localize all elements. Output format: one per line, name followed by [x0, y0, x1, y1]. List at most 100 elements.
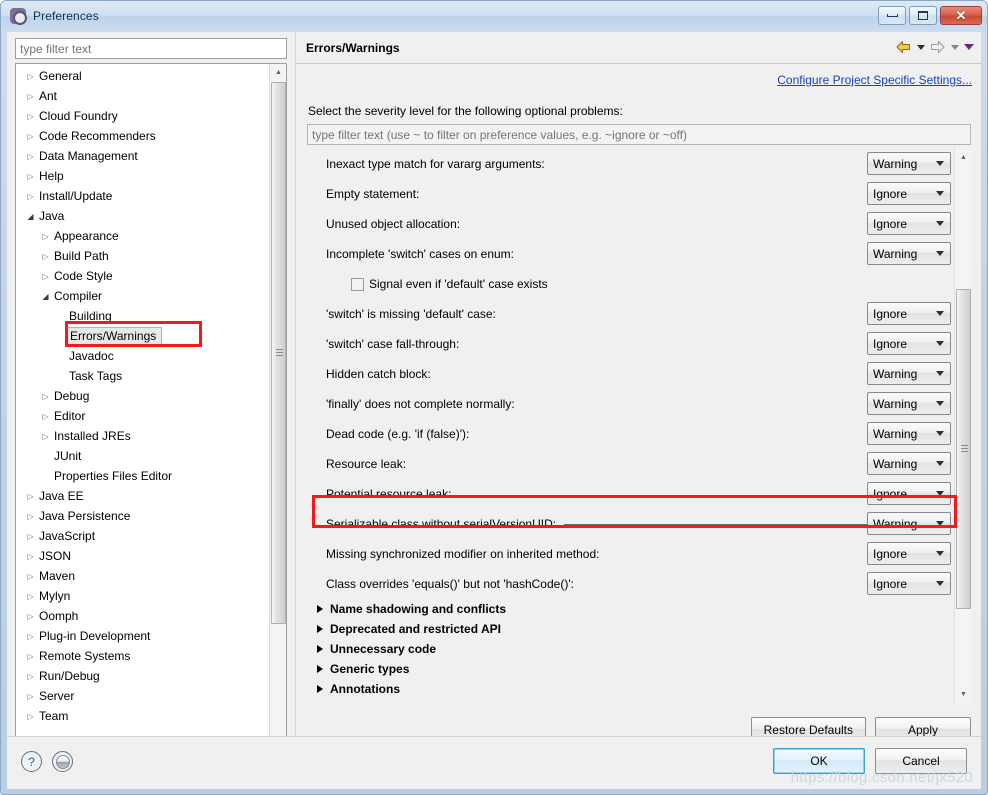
tree-scroll-up-icon[interactable]: ▲ [270, 64, 286, 81]
view-menu-caret-icon[interactable] [963, 40, 974, 54]
sidebar-item-oomph[interactable]: ▷ Oomph [16, 606, 270, 626]
sidebar-item-javascript[interactable]: ▷ JavaScript [16, 526, 270, 546]
options-scroll-down-icon[interactable]: ▼ [955, 686, 971, 703]
sidebar-item-general[interactable]: ▷ General [16, 66, 270, 86]
chevron-right-icon[interactable]: ▷ [24, 532, 37, 541]
sidebar-item-maven[interactable]: ▷ Maven [16, 566, 270, 586]
chevron-right-icon[interactable]: ▷ [24, 712, 37, 721]
severity-select-potential-resource-leak[interactable]: Ignore [867, 482, 951, 505]
severity-select-finally-does-not-complete-normally[interactable]: Warning [867, 392, 951, 415]
option-checkbox-row-signal-even-if-default-case-exists[interactable]: Signal even if 'default' case exists [307, 269, 954, 299]
chevron-right-icon[interactable]: ▷ [24, 112, 37, 121]
chevron-right-icon[interactable]: ▷ [24, 132, 37, 141]
option-group-name-shadowing-and-conflicts[interactable]: Name shadowing and conflicts [307, 599, 954, 619]
chevron-right-icon[interactable]: ▷ [24, 512, 37, 521]
minimize-button[interactable] [878, 6, 906, 25]
sidebar-item-install-update[interactable]: ▷ Install/Update [16, 186, 270, 206]
chevron-down-icon[interactable]: ◢ [24, 212, 37, 221]
chevron-right-icon[interactable]: ▷ [24, 72, 37, 81]
sidebar-item-data-management[interactable]: ▷ Data Management [16, 146, 270, 166]
sidebar-item-team[interactable]: ▷ Team [16, 706, 270, 726]
options-scroll-thumb[interactable] [956, 289, 971, 609]
sidebar-item-code-recommenders[interactable]: ▷ Code Recommenders [16, 126, 270, 146]
sidebar-item-java-persistence[interactable]: ▷ Java Persistence [16, 506, 270, 526]
chevron-right-icon[interactable]: ▷ [39, 272, 52, 281]
severity-select-empty-statement[interactable]: Ignore [867, 182, 951, 205]
options-scroll-up-icon[interactable]: ▲ [955, 149, 971, 166]
tree-scroll-thumb[interactable] [271, 82, 286, 624]
sidebar-item-run-debug[interactable]: ▷ Run/Debug [16, 666, 270, 686]
severity-select-class-overrides-equals-but-not-hashcode[interactable]: Ignore [867, 572, 951, 595]
sidebar-item-javadoc[interactable]: Javadoc [16, 346, 270, 366]
chevron-right-icon[interactable]: ▷ [24, 632, 37, 641]
severity-select-serializable-class-without-serialversionuid[interactable]: Warning [867, 512, 951, 535]
chevron-right-icon[interactable]: ▷ [24, 172, 37, 181]
sidebar-item-java-ee[interactable]: ▷ Java EE [16, 486, 270, 506]
help-icon[interactable]: ? [21, 751, 42, 772]
severity-select-dead-code-e-g-if-false[interactable]: Warning [867, 422, 951, 445]
sidebar-item-compiler[interactable]: ◢ Compiler [16, 286, 270, 306]
sidebar-item-junit[interactable]: JUnit [16, 446, 270, 466]
severity-select-hidden-catch-block[interactable]: Warning [867, 362, 951, 385]
chevron-right-icon[interactable]: ▷ [39, 252, 52, 261]
sidebar-item-errors-warnings[interactable]: Errors/Warnings [16, 326, 270, 346]
sidebar-item-task-tags[interactable]: Task Tags [16, 366, 270, 386]
chevron-right-icon[interactable]: ▷ [39, 232, 52, 241]
chevron-right-icon[interactable]: ▷ [24, 552, 37, 561]
options-filter-input[interactable] [307, 124, 971, 145]
chevron-right-icon[interactable]: ▷ [24, 192, 37, 201]
severity-select-incomplete-switch-cases-on-enum[interactable]: Warning [867, 242, 951, 265]
sidebar-item-appearance[interactable]: ▷ Appearance [16, 226, 270, 246]
sidebar-item-plug-in-development[interactable]: ▷ Plug-in Development [16, 626, 270, 646]
chevron-right-icon[interactable]: ▷ [24, 672, 37, 681]
configure-project-specific-settings-link[interactable]: Configure Project Specific Settings... [777, 73, 972, 87]
forward-arrow-icon[interactable] [929, 39, 946, 55]
chevron-right-icon[interactable]: ▷ [39, 432, 52, 441]
sidebar-item-code-style[interactable]: ▷ Code Style [16, 266, 270, 286]
sidebar-item-properties-files-editor[interactable]: Properties Files Editor [16, 466, 270, 486]
sidebar-item-ant[interactable]: ▷ Ant [16, 86, 270, 106]
sidebar-item-building[interactable]: Building [16, 306, 270, 326]
sphere-icon[interactable] [52, 751, 73, 772]
sidebar-item-java[interactable]: ◢ Java [16, 206, 270, 226]
sidebar-filter-input[interactable] [15, 38, 287, 59]
sidebar-item-help[interactable]: ▷ Help [16, 166, 270, 186]
severity-select-switch-case-fall-through[interactable]: Ignore [867, 332, 951, 355]
back-dropdown-caret-icon[interactable] [915, 40, 926, 54]
sidebar-item-json[interactable]: ▷ JSON [16, 546, 270, 566]
chevron-right-icon[interactable]: ▷ [39, 392, 52, 401]
chevron-right-icon[interactable]: ▷ [24, 152, 37, 161]
sidebar-item-cloud-foundry[interactable]: ▷ Cloud Foundry [16, 106, 270, 126]
sidebar-item-mylyn[interactable]: ▷ Mylyn [16, 586, 270, 606]
chevron-right-icon[interactable]: ▷ [39, 412, 52, 421]
tree-scrollbar[interactable]: ▲ ▼ [269, 64, 286, 751]
chevron-down-icon[interactable]: ◢ [39, 292, 52, 301]
options-scrollbar[interactable]: ▲ ▼ [954, 149, 971, 703]
sidebar-item-debug[interactable]: ▷ Debug [16, 386, 270, 406]
severity-select-missing-synchronized-modifier-on-inherited-met[interactable]: Ignore [867, 542, 951, 565]
chevron-right-icon[interactable]: ▷ [24, 492, 37, 501]
option-group-generic-types[interactable]: Generic types [307, 659, 954, 679]
sidebar-item-installed-jres[interactable]: ▷ Installed JREs [16, 426, 270, 446]
sidebar-item-server[interactable]: ▷ Server [16, 686, 270, 706]
sidebar-item-remote-systems[interactable]: ▷ Remote Systems [16, 646, 270, 666]
chevron-right-icon[interactable]: ▷ [24, 612, 37, 621]
sidebar-item-build-path[interactable]: ▷ Build Path [16, 246, 270, 266]
severity-select-switch-is-missing-default-case[interactable]: Ignore [867, 302, 951, 325]
maximize-button[interactable] [909, 6, 937, 25]
severity-select-inexact-type-match-for-vararg-arguments[interactable]: Warning [867, 152, 951, 175]
chevron-right-icon[interactable]: ▷ [24, 652, 37, 661]
chevron-right-icon[interactable]: ▷ [24, 92, 37, 101]
chevron-right-icon[interactable]: ▷ [24, 572, 37, 581]
chevron-right-icon[interactable]: ▷ [24, 592, 37, 601]
option-group-deprecated-and-restricted-api[interactable]: Deprecated and restricted API [307, 619, 954, 639]
option-group-annotations[interactable]: Annotations [307, 679, 954, 699]
sidebar-item-editor[interactable]: ▷ Editor [16, 406, 270, 426]
severity-select-resource-leak[interactable]: Warning [867, 452, 951, 475]
chevron-right-icon[interactable]: ▷ [24, 692, 37, 701]
close-button[interactable]: ✕ [940, 6, 982, 25]
option-group-unnecessary-code[interactable]: Unnecessary code [307, 639, 954, 659]
checkbox-signal-even-if-default-case-exists[interactable] [351, 277, 364, 291]
forward-dropdown-caret-icon[interactable] [949, 40, 960, 54]
back-arrow-icon[interactable] [895, 39, 912, 55]
